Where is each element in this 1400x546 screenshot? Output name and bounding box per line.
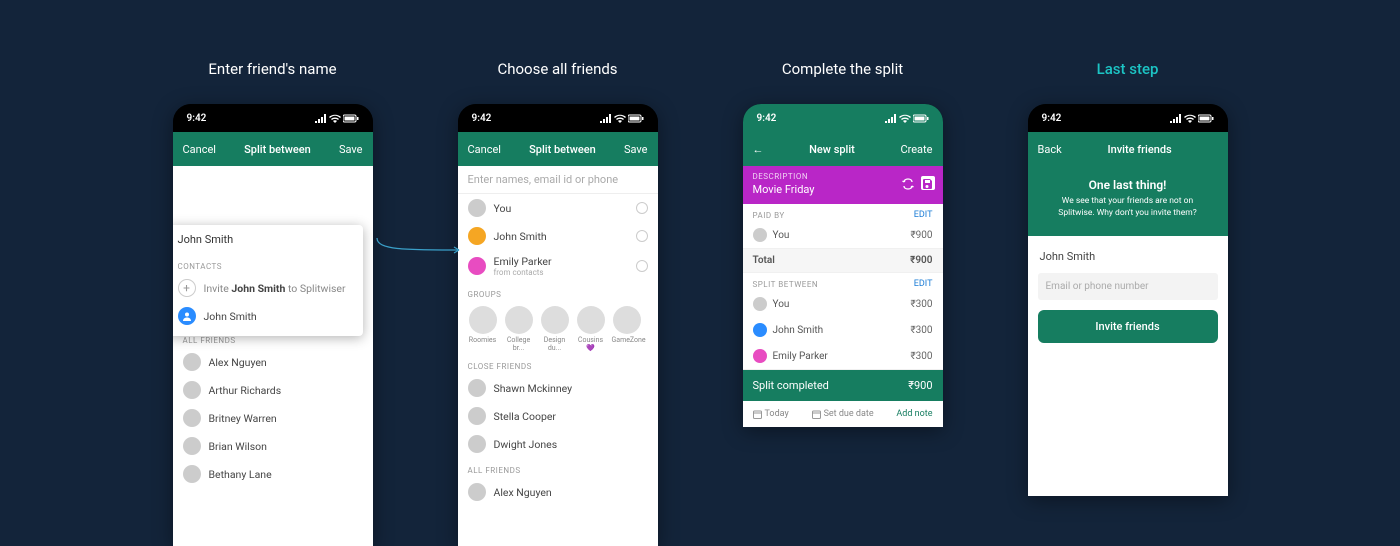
edit-split[interactable]: EDIT [914,279,933,289]
footer-bar: Today Set due date Add note [743,401,943,427]
split-between-header: SPLIT BETWEEN EDIT [743,273,943,291]
group-item[interactable]: Design du... [540,306,570,352]
invite-name-label: John Smith [1028,236,1228,263]
section-close-friends: CLOSE FRIENDS [458,354,658,374]
nav-title: Split between [529,143,596,156]
nav-bar: New split Create [743,132,943,166]
create-button[interactable]: Create [900,143,932,156]
caption-choose-friends: Choose all friends [497,60,617,78]
back-button[interactable]: Back [1038,143,1062,156]
edit-paid-by[interactable]: EDIT [914,210,933,220]
add-note[interactable]: Add note [896,409,932,419]
paid-by-row: You ₹900 [743,222,943,249]
status-time: 9:42 [1042,113,1062,124]
person-icon [468,257,486,275]
status-bar: 9:42 [1028,104,1228,132]
friend-row[interactable]: Bethany Lane [173,460,373,488]
group-item[interactable]: GameZone [612,306,642,352]
friend-row[interactable]: Shawn Mckinney [458,374,658,402]
person-icon [178,307,196,325]
nav-title: Invite friends [1107,143,1171,156]
remove-icon[interactable] [636,260,648,272]
friend-row[interactable]: Britney Warren [173,404,373,432]
split-row: Emily Parker ₹300 [743,343,943,370]
invite-friends-button[interactable]: Invite friends [1038,310,1218,343]
status-icons [315,114,359,123]
friend-row[interactable]: Alex Nguyen [173,348,373,376]
nav-bar: Cancel Split between Save [458,132,658,166]
caption-last-step: Last step [1097,60,1159,78]
status-bar: 9:42 [458,104,658,132]
remove-icon[interactable] [636,230,648,242]
cancel-button[interactable]: Cancel [468,143,501,156]
back-button[interactable] [753,143,764,156]
total-row: Total ₹900 [743,249,943,273]
date-today[interactable]: Today [753,409,789,419]
split-row: You ₹300 [743,291,943,317]
status-bar: 9:42 [743,104,943,132]
status-time: 9:42 [472,113,492,124]
contacts-popup: John Smith CONTACTS + Invite John Smith … [173,225,363,336]
split-row: John Smith ₹300 [743,317,943,343]
invite-header: One last thing! We see that your friends… [1028,166,1228,236]
phone-screen-2: 9:42 Cancel Split between Save Enter nam… [458,104,658,546]
paid-by-header: PAID BY EDIT [743,204,943,222]
status-bar: 9:42 [173,104,373,132]
section-contacts: CONTACTS [173,254,363,274]
caption-complete-split: Complete the split [782,60,903,78]
save-button[interactable]: Save [624,143,648,156]
save-button[interactable]: Save [339,143,363,156]
recurring-icon[interactable] [901,176,915,190]
phone-screen-3: 9:42 New split Create DESCRIPTION Movie … [743,104,943,427]
phone-screen-4: 9:42 Back Invite friends One last thing!… [1028,104,1228,496]
section-all-friends: ALL FRIENDS [458,458,658,478]
groups-row: Roomies College br... Design du... Cousi… [458,302,658,354]
search-input[interactable]: Enter names, email id or phone [458,166,658,194]
group-item[interactable]: College br... [504,306,534,352]
group-item[interactable]: Cousins 💜 [576,306,606,352]
caption-enter-name: Enter friend's name [208,60,336,78]
nav-title: New split [809,143,855,156]
contact-input[interactable]: Email or phone number [1038,273,1218,300]
save-icon[interactable] [921,176,935,190]
friend-row[interactable]: Stella Cooper [458,402,658,430]
cancel-button[interactable]: Cancel [183,143,216,156]
nav-bar: Back Invite friends [1028,132,1228,166]
group-item[interactable]: Roomies [468,306,498,352]
due-date[interactable]: Set due date [812,409,874,419]
plus-icon: + [178,279,196,297]
selected-person-row[interactable]: Emily Parkerfrom contacts [458,250,658,282]
friend-row[interactable]: Alex Nguyen [458,478,658,506]
status-time: 9:42 [187,113,207,124]
selected-person-row[interactable]: You [458,194,658,222]
status-icons [885,114,929,123]
selected-person-row[interactable]: John Smith [458,222,658,250]
friend-row[interactable]: Arthur Richards [173,376,373,404]
status-time: 9:42 [757,113,777,124]
description-field[interactable]: DESCRIPTION Movie Friday [743,166,943,204]
friend-row[interactable]: Dwight Jones [458,430,658,458]
invite-row[interactable]: + Invite John Smith to Splitwiser [173,274,363,302]
phone-screen-1: 9:42 Cancel Split between Save Shawn Mck… [173,104,373,546]
section-groups: GROUPS [458,282,658,302]
friend-row[interactable]: Brian Wilson [173,432,373,460]
search-input[interactable]: John Smith [173,225,363,254]
nav-title: Split between [244,143,311,156]
split-completed-bar: Split completed ₹900 [743,370,943,401]
status-icons [1170,114,1214,123]
status-icons [600,114,644,123]
contact-match-row[interactable]: John Smith [173,302,363,330]
person-icon [468,227,486,245]
remove-icon[interactable] [636,202,648,214]
nav-bar: Cancel Split between Save [173,132,373,166]
